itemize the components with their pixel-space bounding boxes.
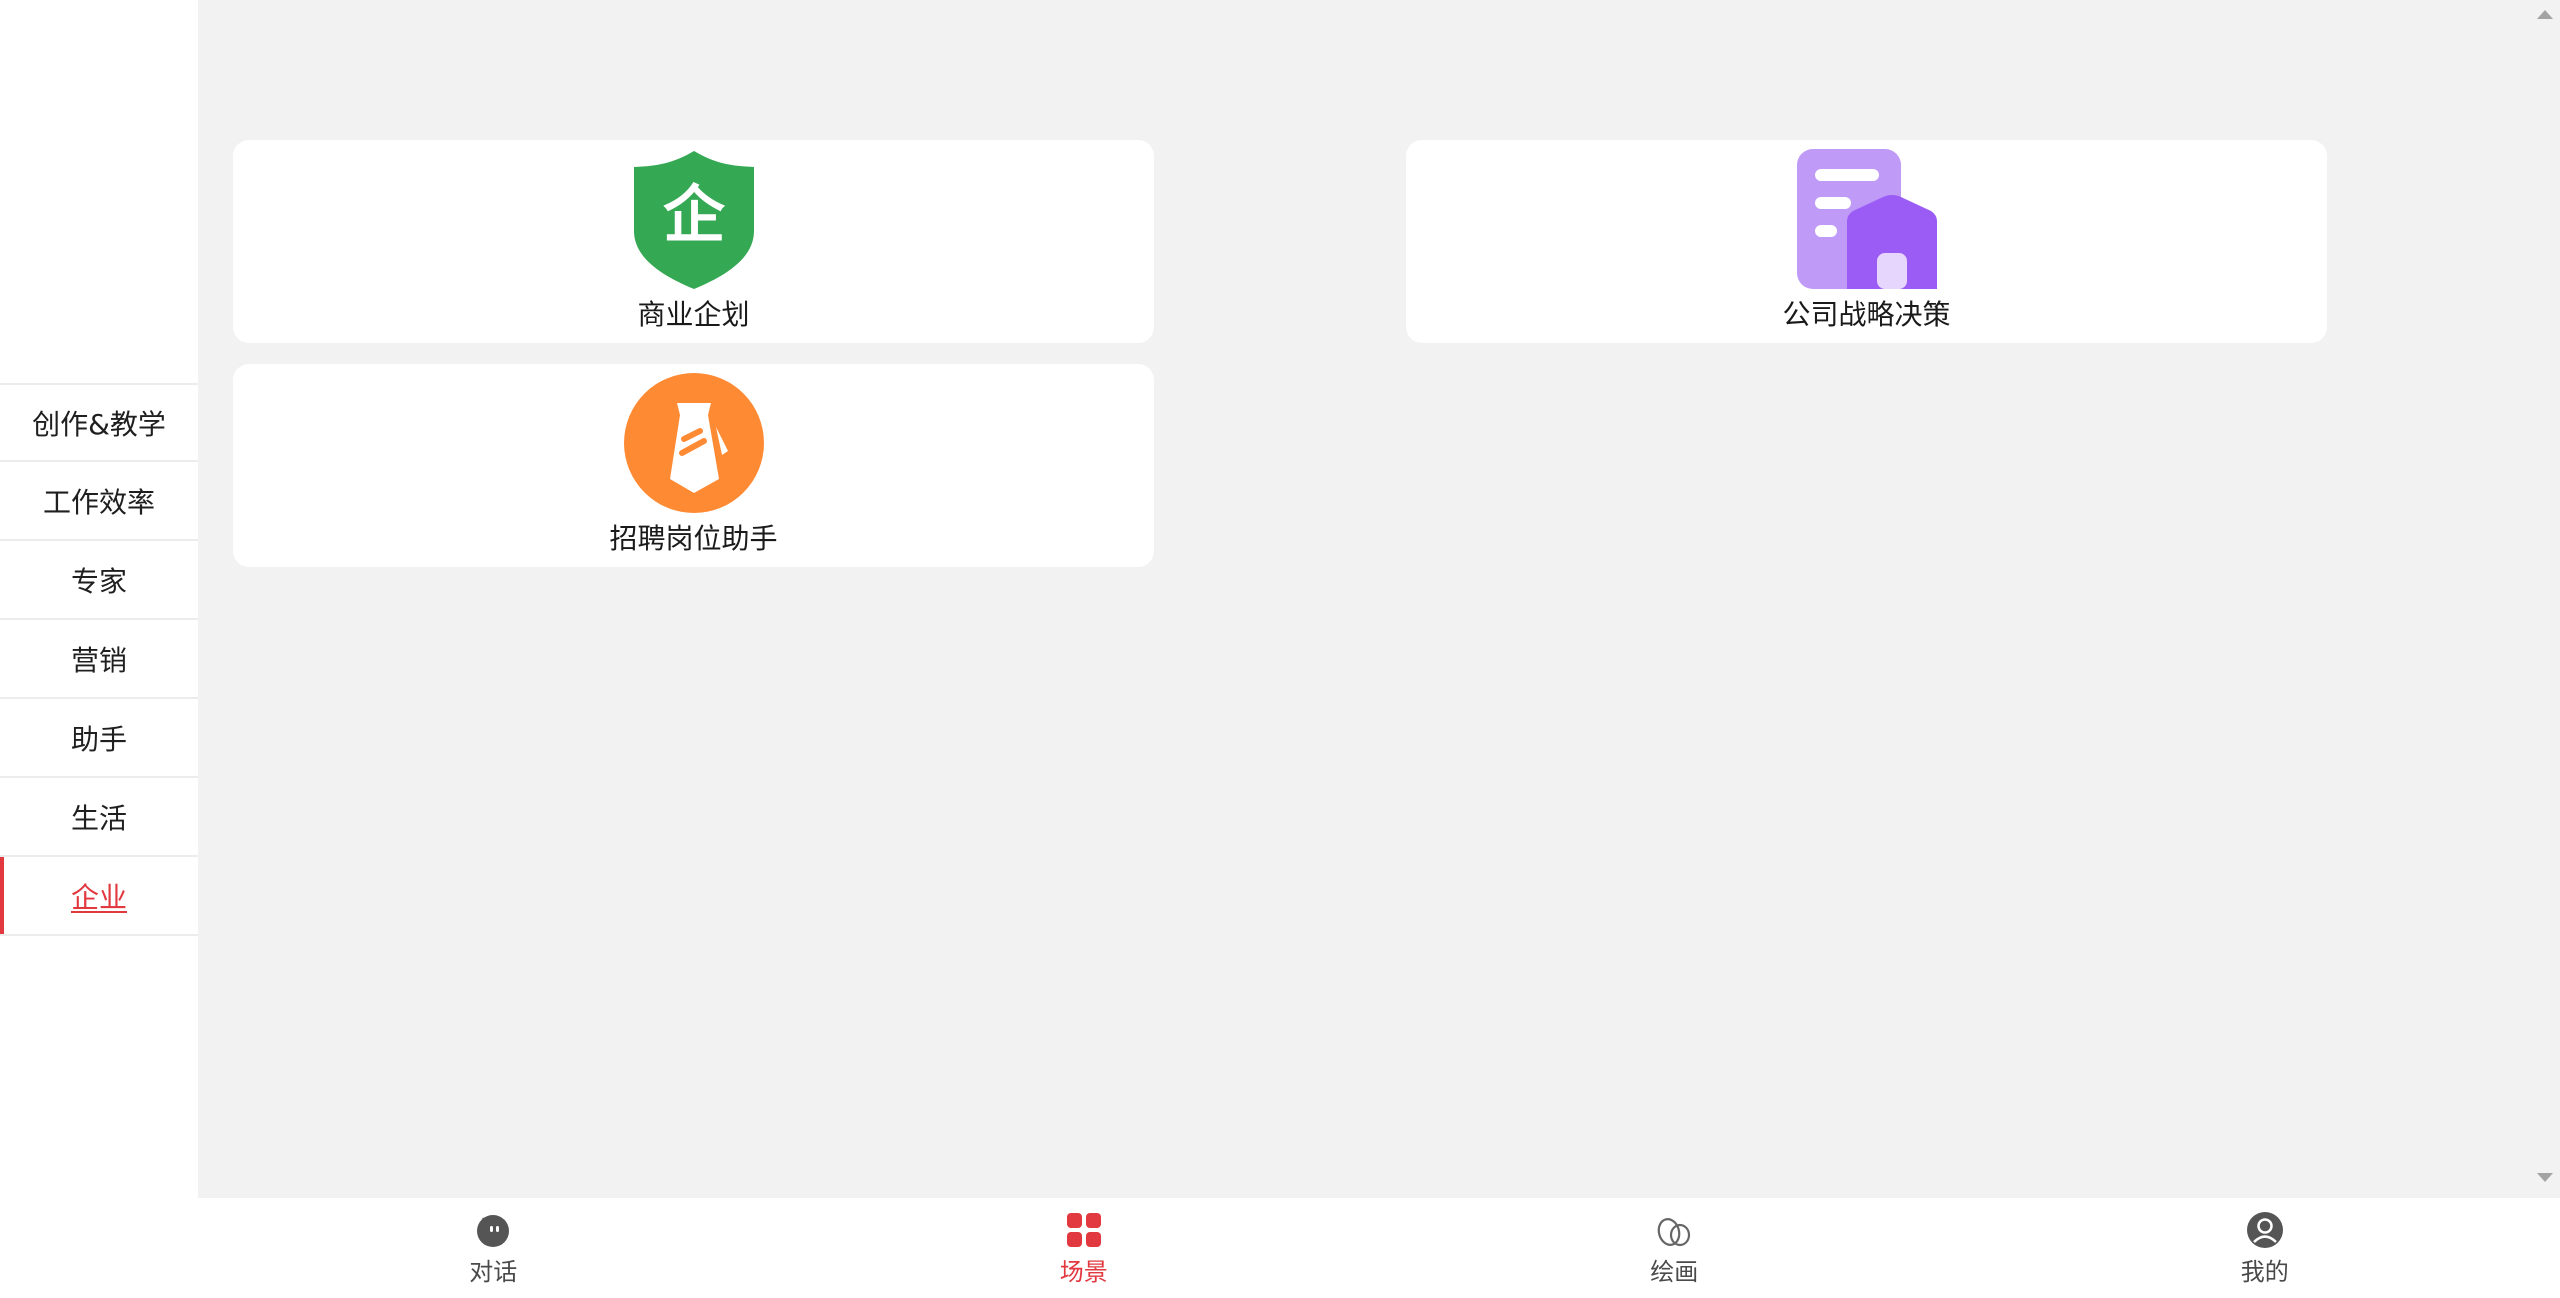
palette-icon	[1657, 1218, 1691, 1247]
card-label: 公司战略决策	[1782, 298, 1951, 331]
tab-label: 绘画	[1650, 1258, 1699, 1286]
scene-card-recruitment-assistant[interactable]: 招聘岗位助手	[233, 364, 1154, 567]
tab-label: 场景	[1059, 1258, 1108, 1286]
sidebar-item-work-efficiency[interactable]: 工作效率	[0, 462, 198, 541]
user-icon	[2246, 1212, 2283, 1248]
sidebar-item-marketing[interactable]: 营销	[0, 620, 198, 699]
grid-icon	[1066, 1213, 1101, 1247]
tab-mine[interactable]: 我的	[1970, 1198, 2560, 1298]
enterprise-shield-icon: 企	[633, 151, 754, 289]
category-sidebar: 创作&教学 工作效率 专家 营销 助手 生活 企业	[0, 0, 198, 1198]
vertical-scrollbar[interactable]	[2529, 0, 2560, 1198]
sidebar-item-life[interactable]: 生活	[0, 778, 198, 857]
scene-content-area: 企 商业企划 公司战略决策 招聘岗位助手	[198, 0, 2529, 1198]
chat-bubble-icon	[477, 1215, 510, 1247]
building-icon	[1796, 149, 1937, 289]
scene-card-company-strategy[interactable]: 公司战略决策	[1406, 140, 2327, 343]
tab-label: 对话	[469, 1258, 518, 1286]
sidebar-item-assistant[interactable]: 助手	[0, 699, 198, 778]
scroll-up-arrow-icon[interactable]	[2537, 10, 2553, 19]
scene-card-business-plan[interactable]: 企 商业企划	[233, 140, 1154, 343]
tab-scenes[interactable]: 场景	[789, 1198, 1380, 1298]
bottom-tab-bar: 对话 场景 绘画 我的	[198, 1198, 2560, 1298]
sidebar-item-experts[interactable]: 专家	[0, 541, 198, 620]
tab-drawing[interactable]: 绘画	[1379, 1198, 1970, 1298]
sidebar-item-enterprise[interactable]: 企业	[0, 857, 198, 936]
tab-label: 我的	[2240, 1258, 2289, 1286]
sidebar-item-creation-teaching[interactable]: 创作&教学	[0, 383, 198, 462]
card-label: 商业企划	[637, 298, 750, 331]
svg-text:企: 企	[662, 178, 725, 251]
necktie-icon	[623, 373, 764, 513]
scroll-down-arrow-icon[interactable]	[2537, 1173, 2553, 1182]
category-list: 创作&教学 工作效率 专家 营销 助手 生活 企业	[0, 383, 198, 936]
card-label: 招聘岗位助手	[609, 522, 778, 555]
tab-chat[interactable]: 对话	[198, 1198, 789, 1298]
